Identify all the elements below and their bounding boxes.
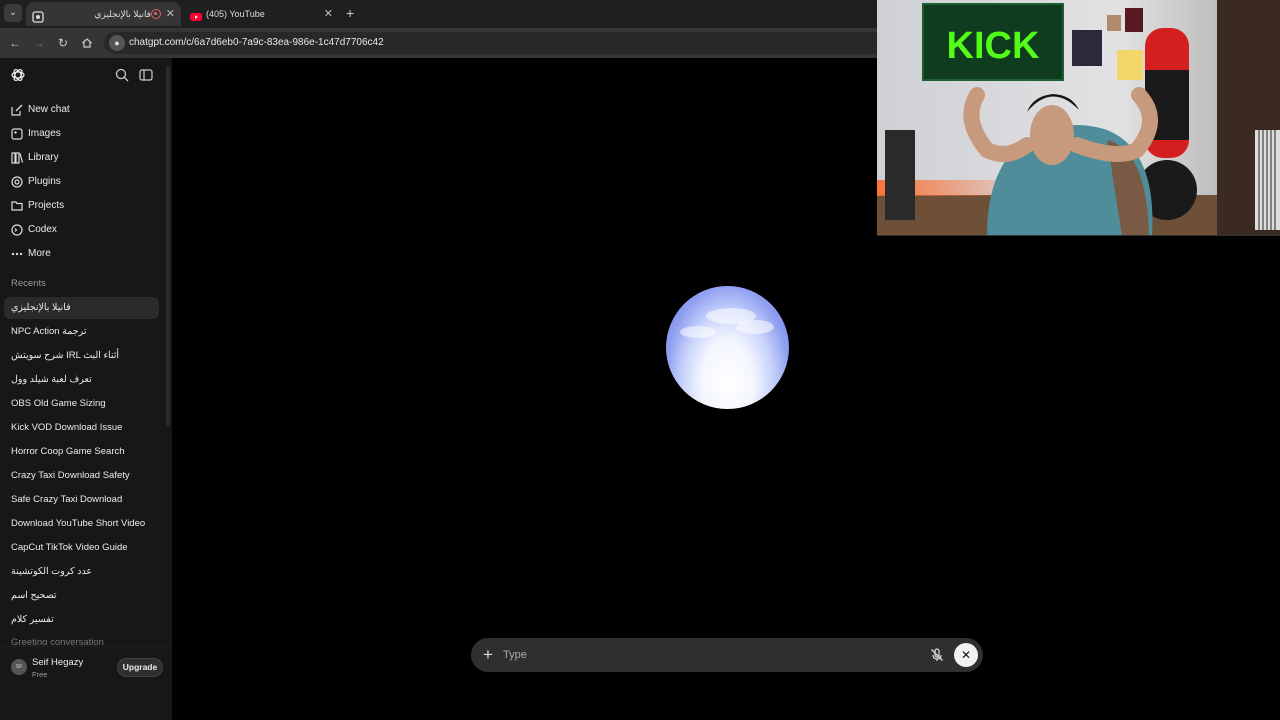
recent-chat-item[interactable]: Safe Crazy Taxi Download <box>4 489 159 511</box>
new-tab-plus-icon[interactable]: + <box>346 4 354 22</box>
sidebar-item-label: Codex <box>28 224 57 235</box>
forward-arrow-icon[interactable]: → <box>30 34 48 52</box>
user-name: Seif Hegazy <box>32 657 84 668</box>
sidebar-toggle-icon[interactable] <box>138 67 154 83</box>
site-info-mic-icon[interactable]: ● <box>109 35 125 51</box>
sidebar-item-label: More <box>28 248 51 259</box>
voice-composer: + ✕ <box>471 638 983 672</box>
recent-chat-item[interactable]: تعرف لعبة شيلد وول <box>4 369 159 391</box>
account-footer[interactable]: SF Seif Hegazy Free Upgrade <box>0 646 172 686</box>
close-tab-icon[interactable]: ✕ <box>324 2 333 26</box>
sidebar-item-projects[interactable]: Projects <box>10 196 160 216</box>
webcam-overlay: KICK <box>877 0 1280 236</box>
sidebar-item-new-chat[interactable]: New chat <box>10 100 160 120</box>
recent-chat-item[interactable]: NPC Action ترجمة <box>4 321 159 343</box>
recent-chat-item[interactable]: Download YouTube Short Video <box>4 513 159 535</box>
tab-youtube[interactable]: (405) YouTube ✕ <box>184 2 339 26</box>
end-voice-close-icon[interactable]: ✕ <box>954 643 978 667</box>
images-icon <box>11 128 23 140</box>
search-icon[interactable] <box>114 67 130 83</box>
sidebar-item-more[interactable]: More <box>10 244 160 264</box>
recent-chat-item[interactable]: Crazy Taxi Download Safety <box>4 465 159 487</box>
recent-chat-item[interactable]: عدد كروت الكوتشينة <box>4 561 159 583</box>
compose-icon <box>11 104 23 116</box>
back-arrow-icon[interactable]: ← <box>6 34 24 52</box>
sidebar-item-label: Plugins <box>28 176 61 187</box>
user-plan: Free <box>32 670 48 679</box>
kick-banner-text: KICK <box>947 25 1040 67</box>
recent-chat-item[interactable]: فانيلا بالإنجليزي <box>4 297 159 319</box>
sidebar-item-label: Images <box>28 128 61 139</box>
reload-icon[interactable]: ↻ <box>54 34 72 52</box>
sidebar-item-codex[interactable]: Codex <box>10 220 160 240</box>
sidebar-scrollbar[interactable] <box>166 66 170 426</box>
recent-chat-item[interactable]: CapCut TikTok Video Guide <box>4 537 159 559</box>
library-icon <box>11 152 24 164</box>
folder-icon <box>11 201 23 211</box>
mic-muted-icon[interactable] <box>929 647 945 663</box>
sidebar-item-label: New chat <box>28 104 70 115</box>
chatgpt-favicon-icon <box>32 8 44 23</box>
sidebar-item-library[interactable]: Library <box>10 148 160 168</box>
url-text: chatgpt.com/c/6a7d6eb0-7a9c-83ea-986e-1c… <box>129 37 384 48</box>
plugins-icon <box>11 176 23 188</box>
recent-chat-item[interactable]: تصحيح اسم <box>4 585 159 607</box>
sidebar-item-plugins[interactable]: Plugins <box>10 172 160 192</box>
tab-title: (405) YouTube <box>206 9 265 19</box>
close-tab-icon[interactable]: ✕ <box>166 2 175 26</box>
sidebar-item-label: Library <box>28 152 59 163</box>
recent-chat-item[interactable]: OBS Old Game Sizing <box>4 393 159 415</box>
home-icon[interactable] <box>78 34 96 54</box>
upgrade-button[interactable]: Upgrade <box>117 658 163 677</box>
sidebar-item-images[interactable]: Images <box>10 124 160 144</box>
voice-mode-orb <box>666 286 789 409</box>
recent-chat-item[interactable]: Horror Coop Game Search <box>4 441 159 463</box>
ellipsis-icon <box>11 252 23 256</box>
recent-chat-item[interactable]: Kick VOD Download Issue <box>4 417 159 439</box>
tab-title: فانيلا بالإنجليزي <box>94 9 151 19</box>
message-input[interactable] <box>503 644 883 666</box>
codex-icon <box>11 224 23 236</box>
openai-logo-icon[interactable] <box>10 67 26 83</box>
recent-chat-item[interactable]: تفسير كلام <box>4 609 159 631</box>
address-bar[interactable]: ● chatgpt.com/c/6a7d6eb0-7a9c-83ea-986e-… <box>104 32 894 54</box>
tab-chatgpt[interactable]: فانيلا بالإنجليزي ✕ <box>26 2 181 26</box>
recording-indicator-icon <box>151 9 161 19</box>
add-attachment-plus-icon[interactable]: + <box>481 638 495 672</box>
recent-chat-item[interactable]: شرح سويتش IRL أثناء البث <box>4 345 159 367</box>
chat-sidebar: New chat Images Library Plugins Projects… <box>0 58 172 720</box>
youtube-favicon-icon <box>190 8 202 21</box>
avatar[interactable]: SF <box>11 659 27 675</box>
tab-search-chevron-icon[interactable]: ⌄ <box>4 4 22 22</box>
recent-chat-item[interactable]: Greeting conversation <box>4 633 159 645</box>
recents-heading: Recents <box>11 278 46 289</box>
sidebar-item-label: Projects <box>28 200 65 211</box>
